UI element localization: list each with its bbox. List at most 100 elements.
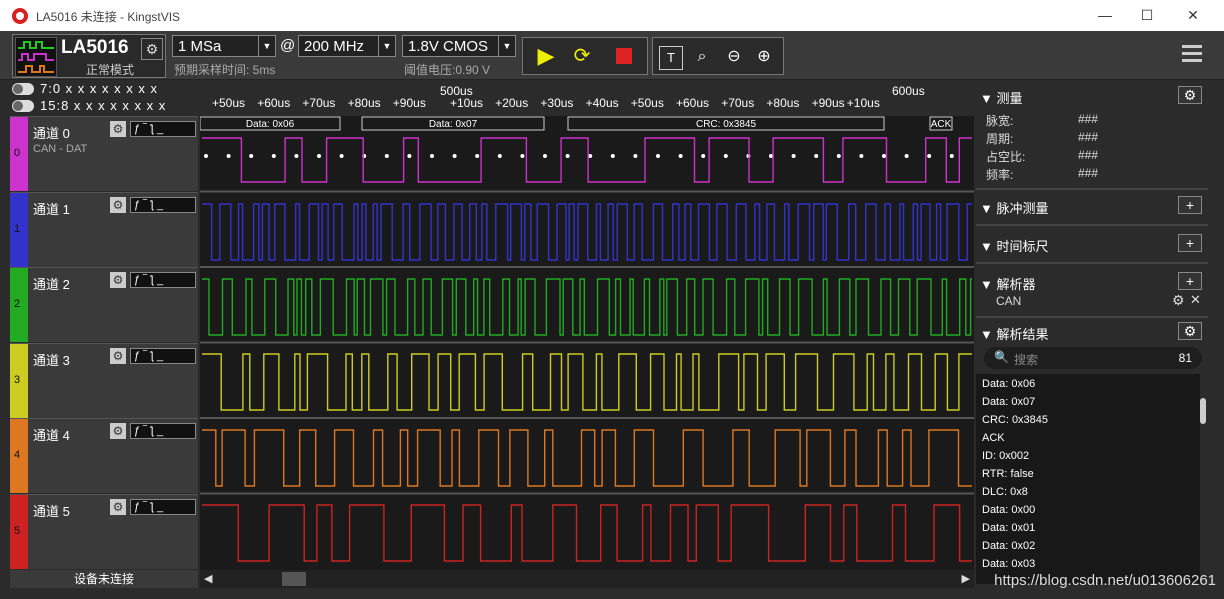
duty-label: 占空比: <box>986 150 1026 164</box>
results-count: 81 <box>1178 351 1192 365</box>
ruler-major-label: 600us <box>892 84 925 98</box>
channel-name[interactable]: 通道 5 <box>33 501 70 520</box>
result-item[interactable]: CRC: 0x3845 <box>982 414 1048 426</box>
result-item[interactable]: Data: 0x00 <box>982 504 1035 516</box>
horizontal-scrollbar[interactable]: ◀ ▶ <box>200 570 974 588</box>
scroll-right-icon[interactable]: ▶ <box>962 572 970 585</box>
analyzer-gear-icon[interactable]: ⚙ <box>1172 292 1185 309</box>
measure-header[interactable]: ▼ 测量 <box>980 88 1023 107</box>
lane-divider <box>200 492 974 495</box>
zoom-out-icon[interactable]: ⊖ <box>723 46 745 68</box>
channel-row[interactable]: 4 通道 4 ⚙ ƒ‾ƪ_ <box>10 418 198 493</box>
ruler-minor-label: +80us <box>347 96 381 110</box>
close-button[interactable]: ✕ <box>1170 0 1216 31</box>
channel-gear-icon[interactable]: ⚙ <box>110 347 126 364</box>
search-icon: 🔍 <box>994 350 1009 364</box>
results-search-input[interactable]: 🔍 搜索 81 <box>984 347 1202 369</box>
channel-row[interactable]: 1 通道 1 ⚙ ƒ‾ƪ_ <box>10 191 198 267</box>
add-analyzer-button[interactable]: + <box>1178 272 1202 290</box>
pulse-measure-header[interactable]: ▼ 脉冲测量 <box>980 198 1049 217</box>
channel-name[interactable]: 通道 2 <box>33 274 70 293</box>
lane-divider <box>200 190 974 193</box>
channel-row[interactable]: 3 通道 3 ⚙ ƒ‾ƪ_ <box>10 342 198 418</box>
channel-color-strip: 3 <box>10 343 28 418</box>
text-cursor-icon[interactable]: T <box>659 46 683 70</box>
result-item[interactable]: ACK <box>982 432 1005 444</box>
hamburger-menu-icon[interactable] <box>1182 45 1202 65</box>
bit-sample-dot <box>836 154 841 158</box>
analyzer-header[interactable]: ▼ 解析器 <box>980 274 1036 293</box>
channel-name[interactable]: 通道 4 <box>33 425 70 444</box>
channel-gear-icon[interactable]: ⚙ <box>110 423 126 439</box>
toggle-switch[interactable] <box>12 100 34 112</box>
channel-row[interactable]: 2 通道 2 ⚙ ƒ‾ƪ_ <box>10 267 198 342</box>
trigger-edge-icon[interactable]: ƒ‾ƪ_ <box>130 423 196 439</box>
add-pulse-measure-button[interactable]: + <box>1178 196 1202 214</box>
maximize-button[interactable]: ☐ <box>1124 0 1170 31</box>
ruler-minor-label: +10us <box>450 96 484 110</box>
waveform-area[interactable]: 500us 600us +50us +60us +70us +80us +90us +10… <box>200 80 974 570</box>
threshold-select[interactable]: 1.8V CMOS ▼ <box>402 35 516 57</box>
ruler-minor-label: +50us <box>630 96 664 110</box>
device-settings-gear-icon[interactable]: ⚙ <box>141 38 163 60</box>
divider <box>976 262 1208 264</box>
add-time-ruler-button[interactable]: + <box>1178 234 1202 252</box>
measure-settings-gear-icon[interactable]: ⚙ <box>1178 86 1202 104</box>
at-label: @ <box>280 37 296 54</box>
analyzer-item-can[interactable]: CAN <box>996 294 1021 308</box>
channel-row[interactable]: 0 通道 0 CAN - DAT ⚙ ƒ‾ƪ_ <box>10 116 198 191</box>
trigger-edge-icon[interactable]: ƒ‾ƪ_ <box>130 121 196 137</box>
toggle-switch[interactable] <box>12 83 34 95</box>
trigger-edge-icon[interactable]: ƒ‾ƪ_ <box>130 498 196 515</box>
analyzer-close-icon[interactable]: ✕ <box>1190 292 1201 308</box>
result-item[interactable]: DLC: 0x8 <box>982 486 1028 498</box>
trigger-edge-icon[interactable]: ƒ‾ƪ_ <box>130 196 196 213</box>
loop-run-icon[interactable]: ⟳ <box>569 44 595 68</box>
ruler-minor-label: +70us <box>721 96 755 110</box>
result-item[interactable]: Data: 0x07 <box>982 396 1035 408</box>
results-header[interactable]: ▼ 解析结果 <box>980 324 1049 343</box>
channel-name[interactable]: 通道 3 <box>33 350 70 369</box>
channel-waveform <box>202 429 972 487</box>
result-item[interactable]: ID: 0x002 <box>982 450 1029 462</box>
result-item[interactable]: Data: 0x01 <box>982 522 1035 534</box>
scroll-thumb[interactable] <box>282 572 306 586</box>
results-settings-gear-icon[interactable]: ⚙ <box>1178 322 1202 340</box>
channel-name[interactable]: 通道 1 <box>33 199 70 218</box>
ruler-minor-label: +90us <box>392 96 426 110</box>
zoom-fit-icon[interactable]: ⌕ <box>691 46 713 68</box>
time-ruler-header[interactable]: ▼ 时间标尺 <box>980 236 1049 255</box>
device-mode-select[interactable]: 正常模式 <box>57 61 163 78</box>
channel-row[interactable]: 5 通道 5 ⚙ ƒ‾ƪ_ <box>10 493 198 569</box>
results-scrollbar[interactable] <box>1200 398 1206 424</box>
channel-gear-icon[interactable]: ⚙ <box>110 272 126 288</box>
trigger-edge-icon[interactable]: ƒ‾ƪ_ <box>130 272 196 288</box>
window-title: LA5016 未连接 - KingstVIS <box>36 10 181 24</box>
channel-gear-icon[interactable]: ⚙ <box>110 121 126 137</box>
channel-number: 1 <box>14 222 21 235</box>
ruler-minor-label: +30us <box>540 96 574 110</box>
channel-name[interactable]: 通道 0 <box>33 123 70 142</box>
scroll-left-icon[interactable]: ◀ <box>204 572 212 585</box>
result-item[interactable]: Data: 0x06 <box>982 378 1035 390</box>
channel-gear-icon[interactable]: ⚙ <box>110 498 126 515</box>
channel-gear-icon[interactable]: ⚙ <box>110 196 126 213</box>
pulse-width-value: ### <box>1078 112 1099 126</box>
play-icon[interactable]: ▶ <box>533 44 559 68</box>
analyzer-title: 解析器 <box>996 277 1036 292</box>
channel-waveform <box>202 203 972 261</box>
result-item[interactable]: Data: 0x02 <box>982 540 1035 552</box>
results-list[interactable]: Data: 0x06 Data: 0x07 CRC: 0x3845 ACK ID: 0x… <box>976 374 1200 584</box>
zoom-in-icon[interactable]: ⊕ <box>753 46 775 68</box>
sample-depth-select[interactable]: 1 MSa ▼ <box>172 35 276 57</box>
ruler-minor-label: +60us <box>257 96 291 110</box>
result-item[interactable]: Data: 0x03 <box>982 558 1035 570</box>
trigger-edge-icon[interactable]: ƒ‾ƪ_ <box>130 347 196 364</box>
channel-number: 5 <box>14 524 21 537</box>
minimize-button[interactable]: — <box>1082 0 1128 31</box>
stop-icon[interactable] <box>611 44 637 68</box>
time-ruler-title: 时间标尺 <box>996 239 1049 254</box>
waveform-traces: Data: 0x06 Data: 0x07 CRC: 0x3845 ACK <box>200 116 974 562</box>
result-item[interactable]: RTR: false <box>982 468 1034 480</box>
sample-rate-select[interactable]: 200 MHz ▼ <box>298 35 396 57</box>
